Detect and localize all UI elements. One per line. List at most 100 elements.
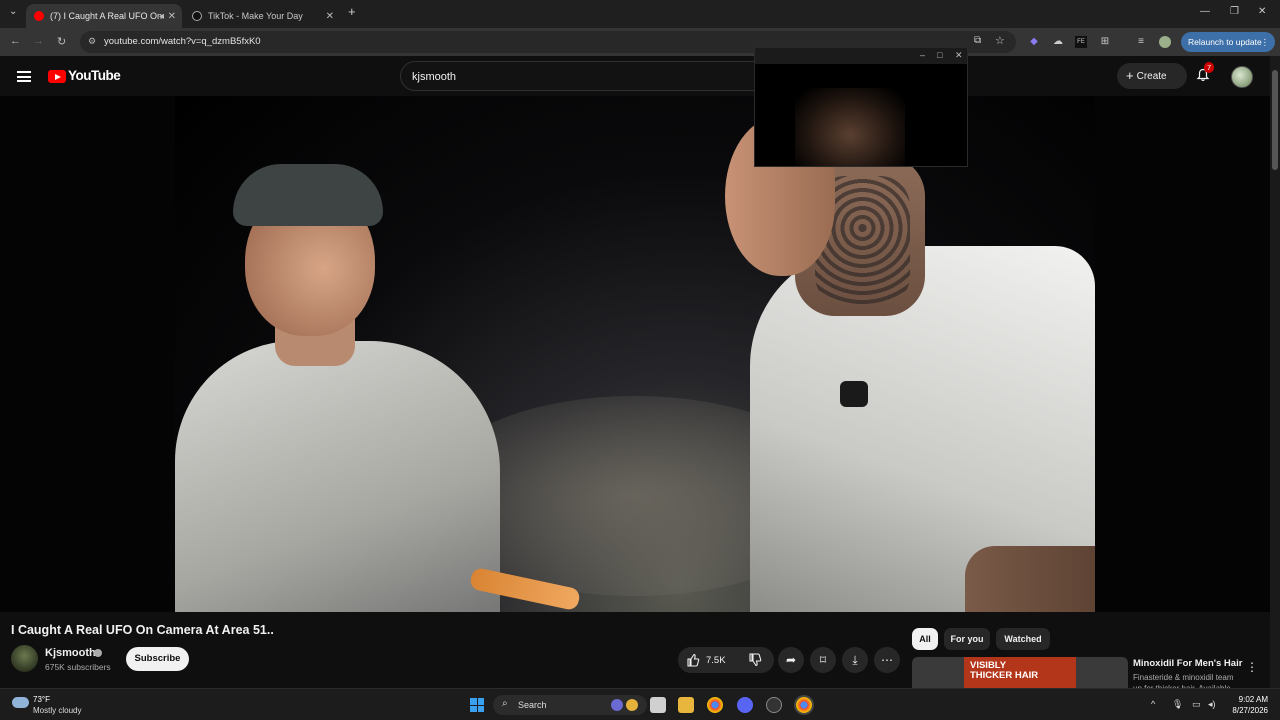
hamburger-menu-icon[interactable] bbox=[17, 71, 31, 82]
channel-name[interactable]: Kjsmooth bbox=[45, 647, 96, 659]
weather-cloud-icon[interactable] bbox=[12, 697, 29, 708]
new-tab-button[interactable]: + bbox=[348, 4, 356, 19]
search-highlight-icon bbox=[626, 699, 638, 711]
tab-close-icon[interactable]: ✕ bbox=[326, 11, 334, 22]
bookmark-star-icon[interactable]: ☆ bbox=[995, 34, 1005, 47]
tab-search-icon[interactable]: ⌄ bbox=[9, 6, 17, 17]
reading-list-icon[interactable]: ≡ bbox=[1135, 36, 1147, 48]
speaker-icon[interactable]: ◂ bbox=[159, 11, 164, 22]
minimize-icon[interactable]: – bbox=[920, 50, 925, 60]
weather-condition[interactable]: Mostly cloudy bbox=[33, 706, 81, 715]
file-explorer-icon[interactable] bbox=[678, 697, 694, 713]
video-ambient-right bbox=[1095, 96, 1270, 612]
channel-avatar[interactable] bbox=[11, 645, 38, 672]
site-info-icon[interactable]: ⚙ bbox=[88, 36, 96, 47]
microphone-icon[interactable]: 🎙 bbox=[1172, 699, 1183, 710]
relaunch-label: Relaunch to update bbox=[1188, 37, 1262, 47]
reload-icon[interactable]: ↻ bbox=[57, 35, 66, 48]
chip-for-you[interactable]: For you bbox=[944, 628, 990, 650]
chrome-active-icon[interactable] bbox=[796, 697, 812, 713]
ad-thumbnail-text: VISIBLY THICKER HAIR bbox=[970, 660, 1039, 681]
plus-icon: + bbox=[1126, 68, 1134, 83]
scrollbar-thumb[interactable] bbox=[1272, 70, 1278, 170]
youtube-logo-text[interactable]: YouTube bbox=[68, 68, 121, 83]
chrome-icon[interactable] bbox=[707, 697, 723, 713]
ad-thumbnail[interactable]: VISIBLY THICKER HAIR bbox=[912, 657, 1128, 688]
taskbar-time[interactable]: 9:02 AM bbox=[1230, 695, 1268, 704]
tray-overflow-icon[interactable]: ^ bbox=[1151, 699, 1155, 709]
taskbar-search-box[interactable]: ⌕ Search bbox=[493, 695, 647, 715]
webcam-feed bbox=[795, 88, 905, 166]
tab-youtube[interactable]: (7) I Caught A Real UFO On ◂ ✕ bbox=[26, 4, 182, 28]
picture-in-picture-window[interactable]: – □ ✕ bbox=[754, 47, 968, 167]
search-input[interactable]: kjsmooth bbox=[400, 61, 760, 91]
discord-icon[interactable] bbox=[737, 697, 753, 713]
left-person-shirt bbox=[175, 341, 500, 612]
task-view-icon[interactable] bbox=[650, 697, 666, 713]
ad-title[interactable]: Minoxidil For Men's Hair bbox=[1133, 658, 1242, 669]
network-icon[interactable]: ▭ bbox=[1192, 699, 1201, 710]
extension-icon[interactable]: ☁ bbox=[1052, 36, 1064, 48]
windows-start-icon[interactable] bbox=[470, 698, 484, 712]
url-text: youtube.com/watch?v=q_dzmB5fxK0 bbox=[104, 36, 261, 47]
share-icon: ➦ bbox=[785, 653, 797, 667]
restore-icon[interactable]: ❐ bbox=[1230, 6, 1239, 17]
subscriber-count: 675K subscribers bbox=[45, 662, 111, 672]
windows-taskbar: 73°F Mostly cloudy ⌕ Search ^ 🎙 ▭ ◂) 9:0… bbox=[0, 688, 1280, 720]
more-actions-button[interactable]: ⋯ bbox=[874, 647, 900, 673]
create-button[interactable]: + Create bbox=[1117, 63, 1187, 89]
minimize-icon[interactable]: — bbox=[1200, 6, 1210, 17]
maximize-icon[interactable]: □ bbox=[937, 50, 942, 60]
download-icon: ⤓ bbox=[852, 653, 858, 667]
obs-icon[interactable] bbox=[766, 697, 782, 713]
search-query: kjsmooth bbox=[412, 71, 457, 83]
relaunch-button[interactable]: Relaunch to update ⋮ bbox=[1181, 32, 1275, 52]
verified-badge-icon bbox=[94, 649, 102, 657]
pip-titlebar: – □ ✕ bbox=[755, 48, 967, 64]
like-count: 7.5K bbox=[706, 655, 726, 666]
profile-avatar-icon[interactable] bbox=[1159, 36, 1171, 48]
extensions-puzzle-icon[interactable]: ⊞ bbox=[1099, 36, 1111, 48]
youtube-header: YouTube kjsmooth + Create 7 bbox=[0, 56, 1270, 96]
chip-watched[interactable]: Watched bbox=[996, 628, 1050, 650]
copilot-icon bbox=[611, 699, 623, 711]
extension-icon[interactable]: FE bbox=[1075, 36, 1087, 48]
weather-temperature[interactable]: 73°F bbox=[33, 695, 50, 704]
create-label: Create bbox=[1136, 71, 1167, 82]
window-close-icon[interactable]: ✕ bbox=[1258, 6, 1266, 17]
subscribe-button[interactable]: Subscribe bbox=[126, 647, 189, 671]
more-horiz-icon: ⋯ bbox=[881, 653, 893, 667]
account-avatar[interactable] bbox=[1231, 66, 1253, 88]
extension-icon[interactable]: ◆ bbox=[1028, 36, 1040, 48]
youtube-logo-icon[interactable] bbox=[48, 70, 66, 83]
chip-all[interactable]: All bbox=[912, 628, 938, 650]
volume-icon[interactable]: ◂) bbox=[1208, 699, 1216, 710]
lapel-mic bbox=[840, 381, 868, 407]
download-button[interactable]: ⤓ bbox=[842, 647, 868, 673]
video-title: I Caught A Real UFO On Camera At Area 51… bbox=[11, 623, 274, 637]
youtube-favicon-icon bbox=[34, 11, 44, 21]
install-icon[interactable]: ⧉ bbox=[974, 35, 981, 46]
forward-icon[interactable]: → bbox=[33, 35, 44, 47]
tab-label: TikTok - Make Your Day bbox=[208, 11, 303, 21]
right-person-arm bbox=[965, 546, 1095, 612]
tab-tiktok[interactable]: TikTok - Make Your Day ✕ bbox=[184, 4, 340, 28]
tab-label: (7) I Caught A Real UFO On bbox=[50, 11, 163, 21]
taskbar-search-label: Search bbox=[518, 700, 547, 710]
more-vert-icon[interactable]: ⋮ bbox=[1261, 32, 1270, 52]
share-button[interactable]: ➦ bbox=[778, 647, 804, 673]
browser-toolbar: ← → ↻ ⚙ youtube.com/watch?v=q_dzmB5fxK0 … bbox=[0, 28, 1280, 56]
like-thumb-icon[interactable] bbox=[686, 653, 700, 667]
tiktok-favicon-icon bbox=[192, 11, 202, 21]
video-frame[interactable] bbox=[175, 96, 1095, 612]
save-button[interactable]: ⌑ bbox=[810, 647, 836, 673]
tab-close-icon[interactable]: ✕ bbox=[168, 11, 176, 22]
close-icon[interactable]: ✕ bbox=[955, 50, 963, 61]
page-scrollbar[interactable] bbox=[1270, 56, 1280, 688]
ad-more-icon[interactable]: ⋮ bbox=[1246, 660, 1258, 674]
video-player[interactable] bbox=[0, 96, 1270, 612]
dislike-thumb-icon[interactable] bbox=[748, 653, 762, 667]
back-icon[interactable]: ← bbox=[10, 35, 21, 47]
taskbar-date[interactable]: 8/27/2026 bbox=[1224, 706, 1268, 715]
left-person-cap bbox=[233, 164, 383, 226]
